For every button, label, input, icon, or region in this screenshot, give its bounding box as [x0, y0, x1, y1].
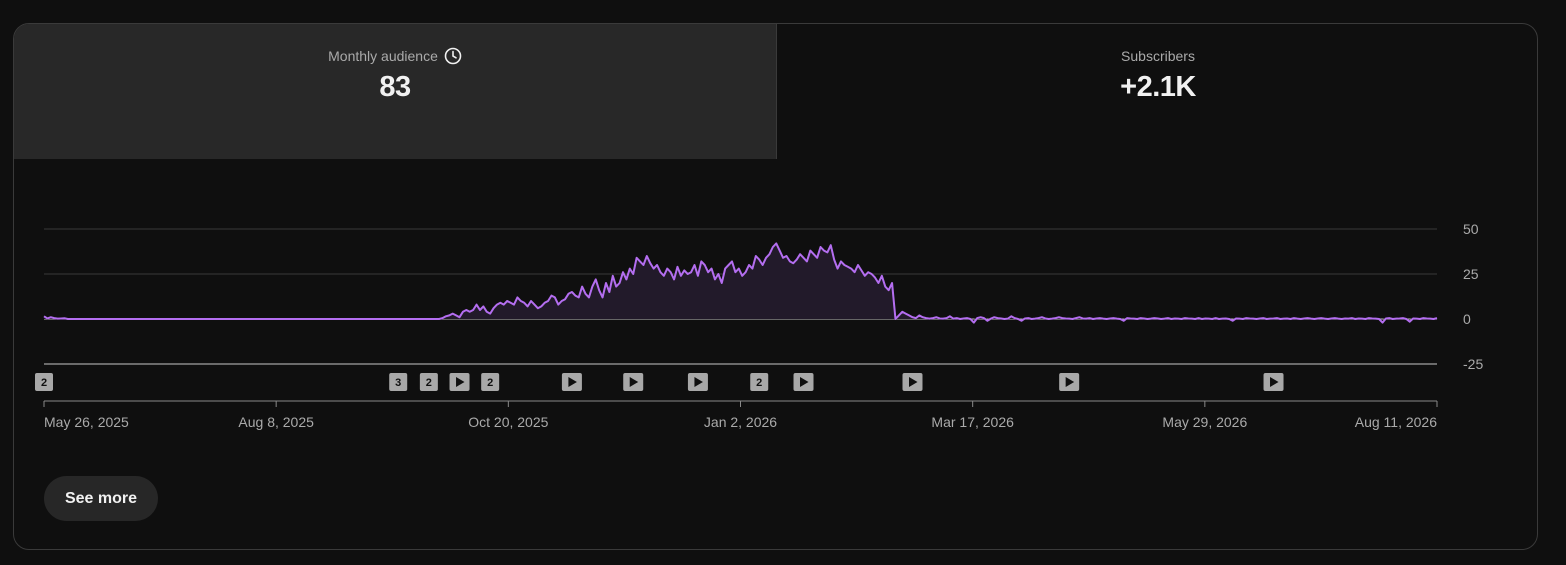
video-marker[interactable]	[1263, 373, 1284, 391]
x-tick-label: Aug 11, 2026	[1355, 414, 1437, 430]
x-tick-label: Mar 17, 2026	[931, 414, 1014, 430]
upload-count-marker[interactable]: 2	[35, 373, 53, 391]
video-marker[interactable]	[449, 373, 470, 391]
marker-count: 2	[41, 377, 47, 389]
x-tick-label: Aug 8, 2025	[238, 414, 314, 430]
x-tick-label: Jan 2, 2026	[704, 414, 777, 430]
x-tick-label: May 26, 2025	[44, 414, 129, 430]
x-tick-label: Oct 20, 2025	[468, 414, 548, 430]
marker-count: 3	[395, 377, 401, 389]
marker-count: 2	[487, 377, 493, 389]
upload-count-marker[interactable]: 2	[481, 373, 500, 391]
video-marker[interactable]	[793, 373, 814, 391]
video-marker[interactable]	[902, 373, 923, 391]
video-marker[interactable]	[1059, 373, 1080, 391]
audience-chart: 50 25 0 -25 2 3 2 2 2 May 26, 2025 Aug 8, 2025 Oct …	[35, 221, 1483, 430]
upload-count-marker[interactable]: 2	[750, 373, 769, 391]
y-tick-label: 50	[1463, 221, 1479, 237]
video-marker[interactable]	[623, 373, 644, 391]
y-tick-label: -25	[1463, 356, 1483, 372]
marker-count: 2	[426, 377, 432, 389]
y-tick-label: 0	[1463, 311, 1471, 327]
series-area	[44, 243, 1437, 319]
upload-count-marker[interactable]: 3	[389, 373, 408, 391]
video-marker[interactable]	[687, 373, 708, 391]
x-tick-label: May 29, 2026	[1162, 414, 1247, 430]
see-more-button[interactable]: See more	[44, 476, 158, 521]
y-tick-label: 25	[1463, 266, 1479, 282]
upload-count-marker[interactable]: 2	[419, 373, 438, 391]
video-marker[interactable]	[561, 373, 582, 391]
marker-count: 2	[756, 377, 762, 389]
